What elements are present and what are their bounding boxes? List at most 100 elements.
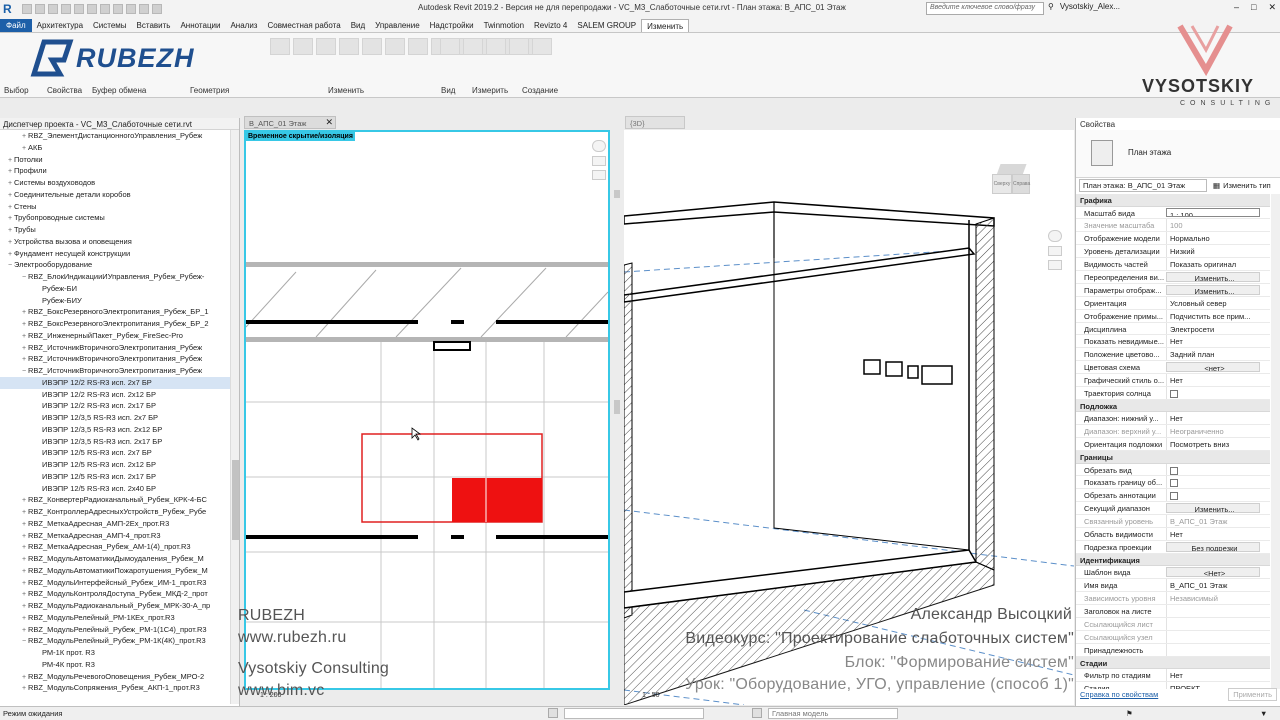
tree-item[interactable]: − RBZ_ИсточникВторичногоЭлектропитания_Ру… [0, 365, 230, 377]
tree-item[interactable]: + RBZ_БоксРезервногоЭлектропитания_Рубеж_… [0, 318, 230, 330]
tree-item[interactable]: ИВЭПР 12/2 RS-R3 исп. 2х17 БР [0, 400, 230, 412]
prop-value[interactable]: Нет [1166, 374, 1270, 386]
expand-icon[interactable]: + [20, 554, 28, 565]
create-part-icon[interactable] [509, 38, 529, 55]
expand-icon[interactable]: + [6, 202, 14, 213]
prop-section[interactable]: Графика [1076, 194, 1270, 207]
tree-item[interactable]: + АКБ [0, 142, 230, 154]
prop-value[interactable] [1166, 604, 1270, 617]
viewcube-front[interactable]: Сверху [992, 174, 1012, 194]
tree-item[interactable]: ИВЭПР 12/5 RS-R3 исп. 2х7 БР [0, 447, 230, 459]
close-hidden-icon[interactable] [152, 4, 162, 14]
revit-logo-icon[interactable]: R [3, 2, 17, 16]
move-icon[interactable] [339, 38, 359, 55]
tab-4[interactable]: Анализ [225, 19, 262, 32]
expand-icon[interactable]: + [20, 495, 28, 506]
tab-2[interactable]: Вставить [132, 19, 176, 32]
expand-icon[interactable]: + [20, 519, 28, 530]
scrollbar-thumb[interactable] [232, 460, 239, 540]
tree-item[interactable]: Рубеж-БИ [0, 283, 230, 295]
user-name[interactable]: Vysotskiy_Alex... [1060, 2, 1120, 11]
prop-value[interactable]: Задний план [1166, 348, 1270, 361]
align-icon[interactable] [270, 38, 290, 55]
prop-button[interactable]: Без подрезки [1166, 541, 1260, 552]
design-options-icon[interactable] [752, 708, 762, 718]
tree-item[interactable]: + RBZ_ИсточникВторичногоЭлектропитания_Ру… [0, 342, 230, 354]
text-icon[interactable] [113, 4, 123, 14]
expand-icon[interactable]: + [20, 542, 28, 553]
tree-item[interactable]: + Трубы [0, 224, 230, 236]
tree-item[interactable]: ИВЭПР 12/5 RS-R3 исп. 2х40 БР [0, 483, 230, 495]
prop-checkbox[interactable] [1166, 386, 1270, 399]
main-model-select[interactable]: Главная модель [768, 708, 898, 719]
prop-value[interactable]: Показать оригинал [1166, 258, 1270, 270]
panel-label-4[interactable]: Изменить [328, 86, 364, 95]
expand-icon[interactable]: + [20, 578, 28, 589]
view-icon[interactable] [440, 38, 460, 55]
zoom-icon-3d[interactable] [1048, 260, 1062, 270]
expand-icon[interactable]: + [20, 307, 28, 318]
close-icon[interactable]: ✕ [1268, 2, 1276, 13]
tree-item[interactable]: + Устройства вызова и оповещения [0, 236, 230, 248]
prop-value[interactable]: Нормально [1166, 232, 1270, 245]
expand-icon[interactable]: − [20, 272, 28, 283]
tree-item[interactable]: ИВЭПР 12/3,5 RS-R3 исп. 2х12 БР [0, 424, 230, 436]
prop-section[interactable]: Идентификация [1076, 553, 1270, 567]
tree-item[interactable]: + RBZ_МодульАвтоматикиДымоудаления_Рубеж_… [0, 553, 230, 565]
tree-item[interactable]: + RBZ_МеткаАдресная_АМП-4_прот.R3 [0, 530, 230, 542]
type-selector[interactable]: План этажа [1076, 130, 1280, 178]
checkbox[interactable] [1170, 479, 1178, 488]
tree-item[interactable]: − RBZ_МодульРелейный_Рубеж_РМ-1К(4К)_прот… [0, 635, 230, 647]
panel-label-3[interactable]: Геометрия [190, 86, 229, 95]
tab-0[interactable]: Архитектура [32, 19, 88, 32]
prop-value[interactable] [1166, 643, 1270, 656]
tab-1[interactable]: Системы [88, 19, 132, 32]
tree-item[interactable]: ИВЭПР 12/5 RS-R3 исп. 2х12 БР [0, 459, 230, 471]
tree-item[interactable]: + RBZ_КонтроллерАдресныхУстройств_Рубеж_Р… [0, 506, 230, 518]
expand-icon[interactable]: + [20, 566, 28, 577]
redo-icon[interactable] [74, 4, 84, 14]
apply-button[interactable]: Применить [1228, 687, 1277, 701]
tree-item[interactable]: + Фундамент несущей конструкции [0, 248, 230, 260]
prop-section[interactable]: Стадии [1076, 656, 1270, 669]
plan-view[interactable]: Временное скрытие/изоляция [244, 130, 610, 690]
tree-item[interactable]: + RBZ_МеткаАдресная_Рубеж_АМ-1(4)_прот.R3 [0, 541, 230, 553]
expand-icon[interactable]: + [20, 354, 28, 365]
rotate-icon[interactable] [385, 38, 405, 55]
tree-item[interactable]: + Потолки [0, 154, 230, 166]
undo-icon[interactable] [61, 4, 71, 14]
tree-item[interactable]: + Стены [0, 201, 230, 213]
expand-icon[interactable]: − [6, 260, 14, 271]
create-similar-icon[interactable] [532, 38, 552, 55]
tree-item[interactable]: + RBZ_МеткаАдресная_АМП-2Ех_прот.R3 [0, 518, 230, 530]
tree-item[interactable]: ИВЭПР 12/3,5 RS-R3 исп. 2х17 БР [0, 436, 230, 448]
pan-icon[interactable] [592, 170, 606, 180]
tree-item[interactable]: ИВЭПР 12/2 RS-R3 исп. 2х7 БР [0, 376, 230, 389]
prop-value[interactable]: Нет [1166, 335, 1270, 348]
offset-icon[interactable] [293, 38, 313, 55]
tab-6[interactable]: Вид [346, 19, 370, 32]
tree-item[interactable]: + Трубопроводные системы [0, 212, 230, 224]
tree-item[interactable]: + RBZ_ИнженерныйПакет_Рубеж_FireSec-Pro [0, 330, 230, 342]
tree-item[interactable]: + Системы воздуховодов [0, 177, 230, 189]
tree-item[interactable]: − Электрооборудование [0, 259, 230, 271]
maximize-icon[interactable]: □ [1251, 2, 1256, 13]
tree-item[interactable]: + RBZ_БоксРезервногоЭлектропитания_Рубеж_… [0, 306, 230, 318]
expand-icon[interactable]: + [6, 190, 14, 201]
steering-wheel-icon[interactable] [592, 140, 606, 152]
tree-item[interactable]: + Профили [0, 165, 230, 177]
expand-icon[interactable]: + [20, 143, 28, 154]
expand-icon[interactable]: − [20, 636, 28, 647]
binoculars-icon[interactable]: ⚲ [1048, 2, 1054, 11]
tree-item[interactable]: Рубеж-БИУ [0, 295, 230, 307]
tab-file[interactable]: Файл [0, 19, 32, 32]
tab-7[interactable]: Управление [370, 19, 424, 32]
expand-icon[interactable]: + [6, 178, 14, 189]
sync-icon[interactable] [48, 4, 58, 14]
expand-icon[interactable]: + [20, 343, 28, 354]
prop-value[interactable]: Подчистить все прим... [1166, 309, 1270, 322]
edit-type-button[interactable]: ▦ Изменить тип [1213, 181, 1271, 190]
prop-section[interactable]: Границы [1076, 451, 1270, 464]
prop-value[interactable]: Низкий [1166, 245, 1270, 258]
expand-icon[interactable]: + [20, 319, 28, 330]
